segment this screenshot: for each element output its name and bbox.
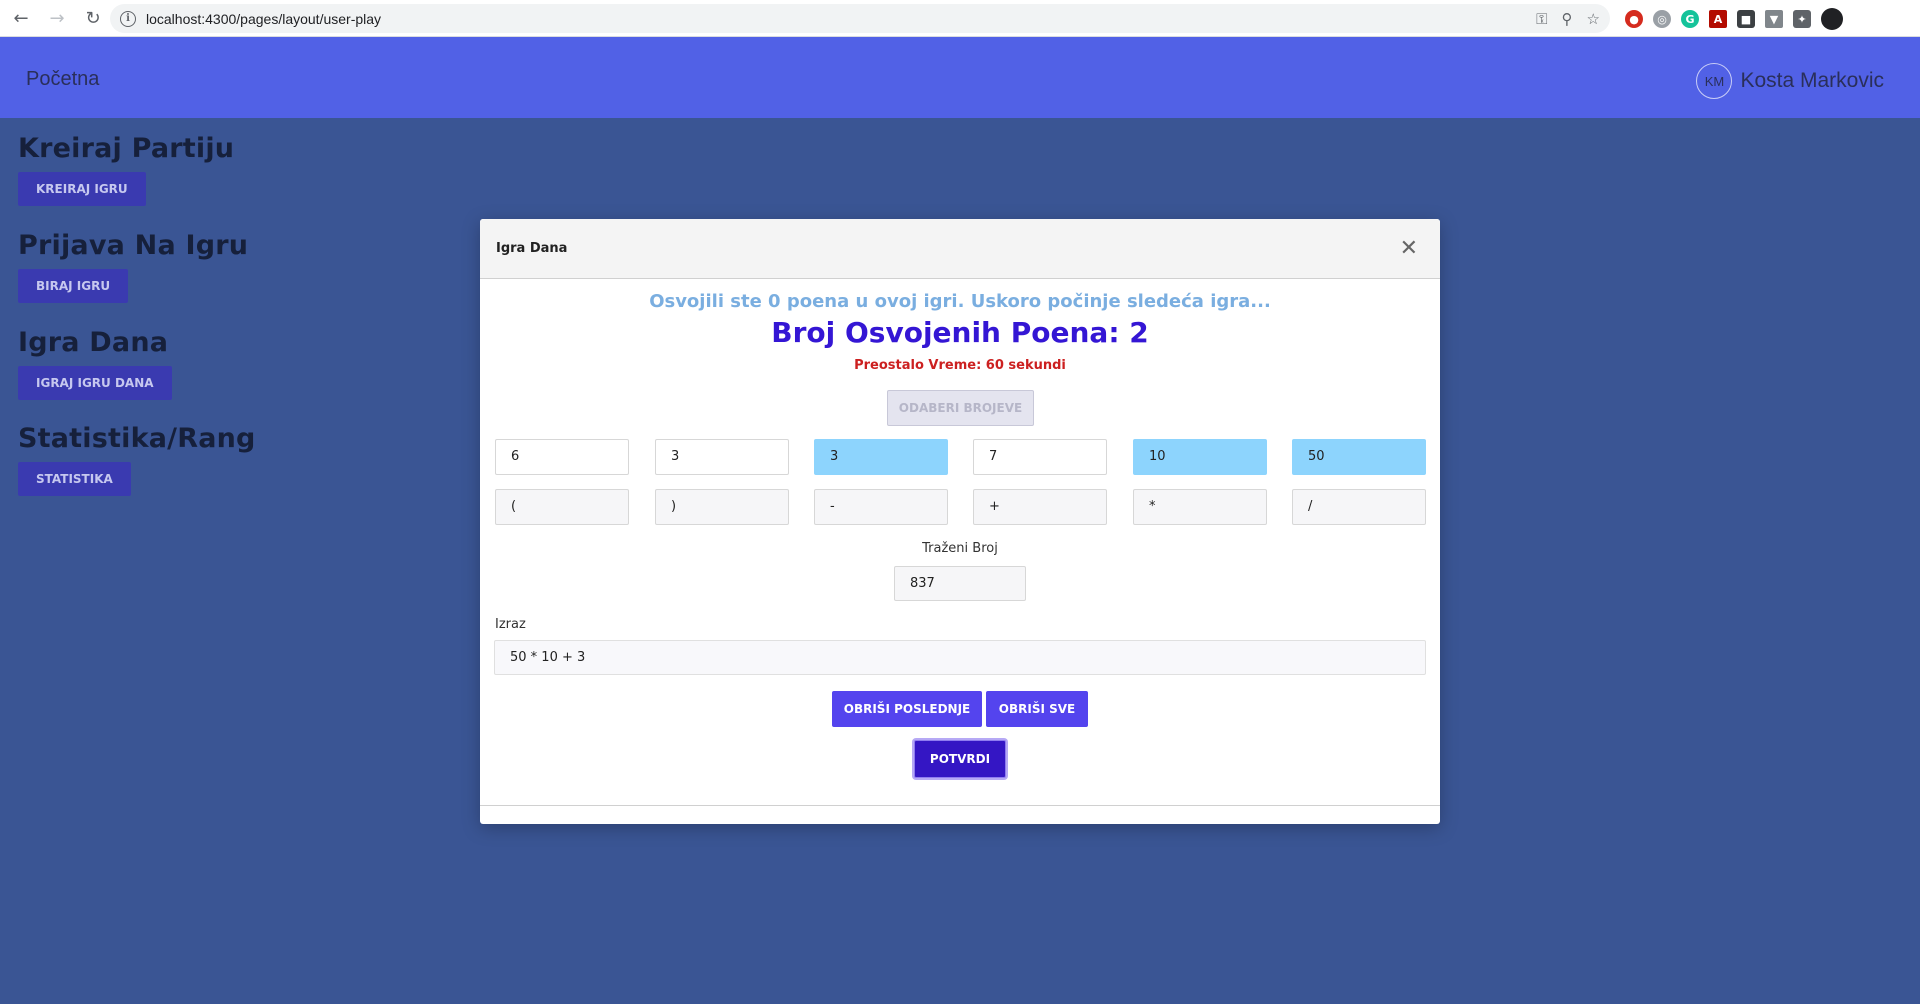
number-field-selected[interactable]: 50 — [1292, 439, 1426, 475]
number-field[interactable]: 3 — [655, 439, 789, 475]
extensions-menu-icon[interactable]: ✦ — [1793, 10, 1811, 28]
browser-toolbar: ← → ↻ i localhost:4300/pages/layout/user… — [0, 0, 1920, 37]
delete-all-button[interactable]: OBRIŠI SVE — [986, 691, 1088, 727]
user-name[interactable]: Kosta Markovic — [1740, 69, 1884, 93]
choose-game-button[interactable]: BIRAJ IGRU — [18, 269, 129, 303]
modal-title: Igra Dana — [496, 241, 568, 256]
operator-minus[interactable]: - — [814, 489, 948, 525]
statistics-button[interactable]: STATISTIKA — [18, 462, 131, 496]
app-navbar: Početna KM Kosta Markovic — [0, 37, 1920, 118]
site-info-icon[interactable]: i — [120, 10, 136, 27]
section-title: Igra Dana — [18, 327, 169, 358]
filter-extension-icon[interactable]: ▼ — [1765, 10, 1783, 28]
zoom-icon[interactable]: ⚲ — [1562, 10, 1573, 28]
user-avatar[interactable]: KM — [1696, 63, 1733, 99]
section-game-of-the-day: Igra Dana IGRAJ IGRU DANA — [18, 327, 172, 400]
confirm-button[interactable]: POTVRDI — [914, 740, 1006, 778]
reload-icon[interactable]: ↻ — [78, 3, 108, 33]
pdf-extension-icon[interactable]: A — [1709, 10, 1727, 28]
number-field-selected[interactable]: 3 — [814, 439, 948, 475]
target-number-label: Traženi Broj — [922, 541, 998, 556]
section-title: Prijava Na Igru — [18, 230, 249, 261]
target-number-field: 837 — [894, 566, 1026, 601]
time-remaining: Preostalo Vreme: 60 sekundi — [854, 358, 1066, 373]
number-field[interactable]: 7 — [973, 439, 1107, 475]
section-create-game: Kreiraj Partiju KREIRAJ IGRU — [18, 133, 234, 206]
create-game-button[interactable]: KREIRAJ IGRU — [18, 172, 146, 206]
operator-divide[interactable]: / — [1292, 489, 1426, 525]
score-message: Broj Osvojenih Poena: 2 — [771, 316, 1149, 349]
home-link[interactable]: Početna — [26, 68, 99, 91]
expression-label: Izraz — [495, 617, 526, 632]
puzzle-piece-extension-icon[interactable]: ■ — [1737, 10, 1755, 28]
delete-last-button[interactable]: OBRIŠI POSLEDNJE — [832, 691, 982, 727]
adblock-extension-icon[interactable]: ● — [1625, 10, 1643, 28]
key-icon[interactable]: ⚿ — [1536, 10, 1547, 28]
compass-extension-icon[interactable]: ◎ — [1653, 10, 1671, 28]
url-text[interactable]: localhost:4300/pages/layout/user-play — [146, 11, 381, 27]
profile-avatar-icon[interactable] — [1821, 8, 1843, 30]
section-statistics: Statistika/Rang STATISTIKA — [18, 423, 256, 496]
operator-multiply[interactable]: * — [1133, 489, 1267, 525]
number-field[interactable]: 6 — [495, 439, 629, 475]
play-game-of-the-day-button[interactable]: IGRAJ IGRU DANA — [18, 366, 172, 400]
bookmark-star-icon[interactable]: ☆ — [1587, 10, 1600, 28]
close-icon[interactable]: ✕ — [1400, 236, 1418, 261]
operator-plus[interactable]: + — [973, 489, 1107, 525]
info-message: Osvojili ste 0 poena u ovoj igri. Uskoro… — [649, 291, 1271, 312]
section-join-game: Prijava Na Igru BIRAJ IGRU — [18, 230, 248, 303]
section-title: Kreiraj Partiju — [18, 133, 235, 164]
forward-icon[interactable]: → — [42, 3, 72, 33]
pick-numbers-button[interactable]: ODABERI BROJEVE — [887, 390, 1034, 426]
operator-open-paren[interactable]: ( — [495, 489, 629, 525]
operator-close-paren[interactable]: ) — [655, 489, 789, 525]
modal-footer — [480, 805, 1440, 806]
grammarly-extension-icon[interactable]: G — [1681, 10, 1699, 28]
section-title: Statistika/Rang — [18, 423, 256, 454]
modal-header: Igra Dana ✕ — [480, 219, 1440, 279]
user-menu[interactable]: KM Kosta Markovic — [1696, 63, 1884, 99]
game-modal: Igra Dana ✕ Osvojili ste 0 poena u ovoj … — [480, 219, 1440, 824]
address-bar[interactable]: i localhost:4300/pages/layout/user-play … — [110, 4, 1610, 33]
back-icon[interactable]: ← — [6, 3, 36, 33]
expression-field[interactable]: 50 * 10 + 3 — [494, 640, 1426, 675]
number-field-selected[interactable]: 10 — [1133, 439, 1267, 475]
